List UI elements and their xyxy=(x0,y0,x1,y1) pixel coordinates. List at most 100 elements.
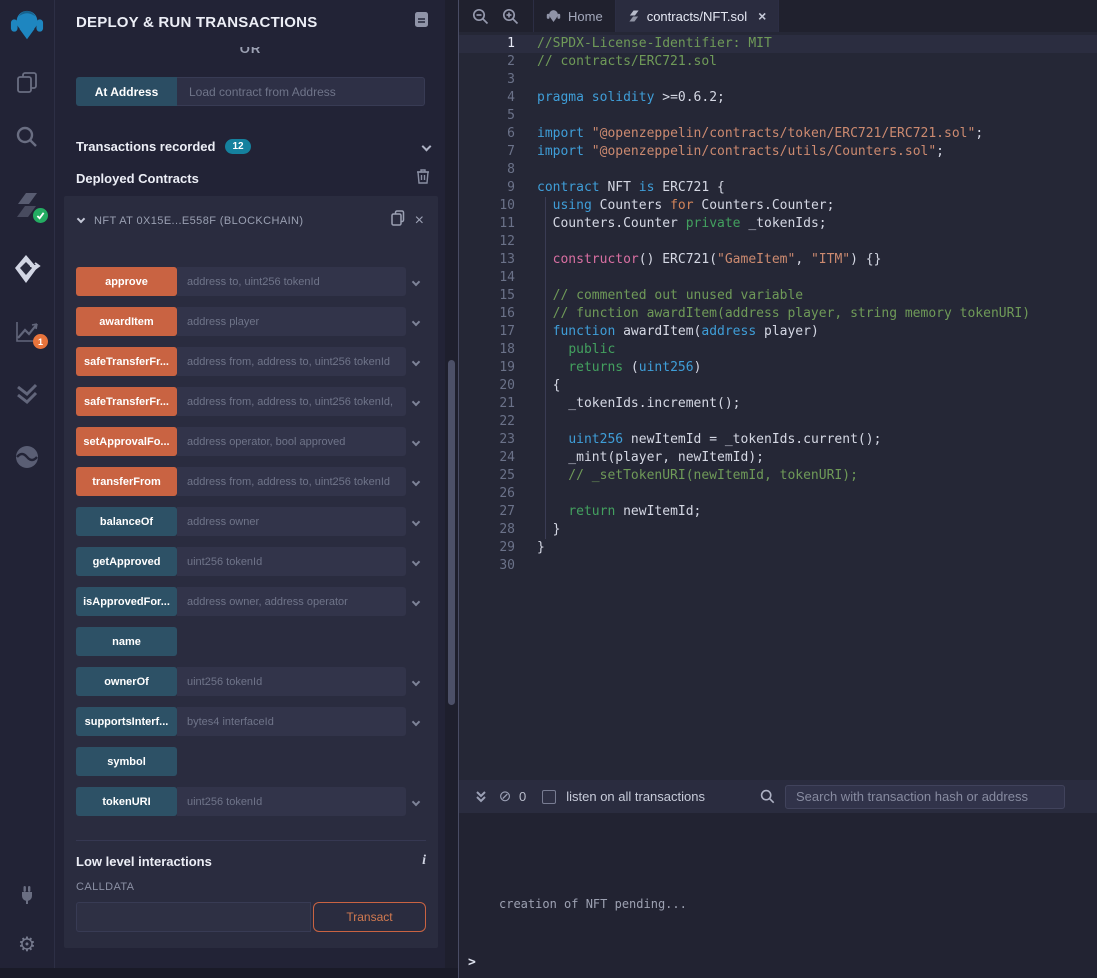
code-line[interactable]: 27 return newItemId; xyxy=(459,503,1097,521)
settings-icon[interactable]: ⚙ xyxy=(10,930,44,960)
function-args-input[interactable] xyxy=(177,787,406,816)
code-line[interactable]: 1//SPDX-License-Identifier: MIT xyxy=(459,35,1097,53)
code-line[interactable]: 16 // function awardItem(address player,… xyxy=(459,305,1097,323)
remove-instance-icon[interactable]: × xyxy=(415,213,424,229)
function-button-tokenuri[interactable]: tokenURI xyxy=(76,787,177,816)
function-button-awarditem[interactable]: awardItem xyxy=(76,307,177,336)
code-line[interactable]: 5 xyxy=(459,107,1097,125)
code-line[interactable]: 23 uint256 newItemId = _tokenIds.current… xyxy=(459,431,1097,449)
code-line[interactable]: 15 // commented out unused variable xyxy=(459,287,1097,305)
expand-function-chevron-icon[interactable] xyxy=(406,787,426,816)
listen-transactions-checkbox[interactable] xyxy=(542,790,556,804)
expand-function-chevron-icon[interactable] xyxy=(406,507,426,536)
function-args-input[interactable] xyxy=(177,347,406,376)
code-line[interactable]: 14 xyxy=(459,269,1097,287)
expand-function-chevron-icon[interactable] xyxy=(406,707,426,736)
transactions-chevron-down-icon[interactable] xyxy=(422,141,432,151)
expand-function-chevron-icon[interactable] xyxy=(406,587,426,616)
expand-function-chevron-icon[interactable] xyxy=(406,427,426,456)
code-line[interactable]: 18 public xyxy=(459,341,1097,359)
code-line[interactable]: 17 function awardItem(address player) xyxy=(459,323,1097,341)
function-button-symbol[interactable]: symbol xyxy=(76,747,177,776)
solidity-compiler-icon[interactable] xyxy=(10,190,44,220)
copy-address-icon[interactable] xyxy=(391,210,405,231)
expand-function-chevron-icon[interactable] xyxy=(406,347,426,376)
code-line[interactable]: 20 { xyxy=(459,377,1097,395)
analytics-icon[interactable]: 1 xyxy=(10,316,44,346)
terminal-search-input[interactable] xyxy=(785,785,1065,809)
function-args-input[interactable] xyxy=(177,667,406,696)
at-address-button[interactable]: At Address xyxy=(76,77,177,106)
trash-icon[interactable] xyxy=(416,168,430,189)
terminal-collapse-icon[interactable] xyxy=(469,785,493,809)
code-line[interactable]: 28 } xyxy=(459,521,1097,539)
code-line[interactable]: 2// contracts/ERC721.sol xyxy=(459,53,1097,71)
code-line[interactable]: 21 _tokenIds.increment(); xyxy=(459,395,1097,413)
code-line[interactable]: 13 constructor() ERC721("GameItem", "ITM… xyxy=(459,251,1097,269)
function-args-input[interactable] xyxy=(177,307,406,336)
tab-contracts-nft-sol[interactable]: contracts/NFT.sol × xyxy=(615,0,780,32)
plugin-circle-icon[interactable] xyxy=(10,442,44,472)
clear-console-icon[interactable]: ⊘ xyxy=(493,785,517,809)
code-line[interactable]: 19 returns (uint256) xyxy=(459,359,1097,377)
function-args-input[interactable] xyxy=(177,427,406,456)
expand-function-chevron-icon[interactable] xyxy=(406,667,426,696)
function-button-safetransferfr[interactable]: safeTransferFr... xyxy=(76,347,177,376)
search-icon[interactable] xyxy=(10,122,44,152)
calldata-input[interactable] xyxy=(76,902,311,932)
tab-close-icon[interactable]: × xyxy=(758,8,766,24)
expand-function-chevron-icon[interactable] xyxy=(406,307,426,336)
code-line[interactable]: 11 Counters.Counter private _tokenIds; xyxy=(459,215,1097,233)
code-line[interactable]: 6import "@openzeppelin/contracts/token/E… xyxy=(459,125,1097,143)
function-button-transferfrom[interactable]: transferFrom xyxy=(76,467,177,496)
function-button-safetransferfr[interactable]: safeTransferFr... xyxy=(76,387,177,416)
code-line[interactable]: 29} xyxy=(459,539,1097,557)
code-line[interactable]: 9contract NFT is ERC721 { xyxy=(459,179,1097,197)
zoom-in-icon[interactable] xyxy=(495,0,525,32)
expand-function-chevron-icon[interactable] xyxy=(406,547,426,576)
code-line[interactable]: 22 xyxy=(459,413,1097,431)
transact-button[interactable]: Transact xyxy=(313,902,426,932)
info-icon[interactable]: i xyxy=(422,853,426,869)
function-button-isapprovedfor[interactable]: isApprovedFor... xyxy=(76,587,177,616)
remix-logo[interactable] xyxy=(10,6,44,46)
sidepanel-scrollbar-track[interactable] xyxy=(445,0,458,978)
plugin-manager-icon[interactable] xyxy=(10,880,44,910)
function-button-name[interactable]: name xyxy=(76,627,177,656)
function-args-input[interactable] xyxy=(177,507,406,536)
at-address-input[interactable] xyxy=(177,77,425,106)
sidepanel-scrollbar-thumb[interactable] xyxy=(448,360,455,705)
unit-testing-icon[interactable] xyxy=(10,378,44,408)
code-line[interactable]: 26 xyxy=(459,485,1097,503)
code-line[interactable]: 10 using Counters for Counters.Counter; xyxy=(459,197,1097,215)
instance-collapse-chevron-icon[interactable] xyxy=(77,215,85,223)
code-line[interactable]: 12 xyxy=(459,233,1097,251)
function-button-setapprovalfo[interactable]: setApprovalFo... xyxy=(76,427,177,456)
function-args-input[interactable] xyxy=(177,587,406,616)
code-line[interactable]: 7import "@openzeppelin/contracts/utils/C… xyxy=(459,143,1097,161)
function-button-supportsinterf[interactable]: supportsInterf... xyxy=(76,707,177,736)
function-args-input[interactable] xyxy=(177,707,406,736)
function-button-approve[interactable]: approve xyxy=(76,267,177,296)
function-args-input[interactable] xyxy=(177,267,406,296)
function-button-getapproved[interactable]: getApproved xyxy=(76,547,177,576)
function-button-balanceof[interactable]: balanceOf xyxy=(76,507,177,536)
zoom-out-icon[interactable] xyxy=(465,0,495,32)
code-line[interactable]: 3 xyxy=(459,71,1097,89)
function-args-input[interactable] xyxy=(177,547,406,576)
function-button-ownerof[interactable]: ownerOf xyxy=(76,667,177,696)
function-args-input[interactable] xyxy=(177,467,406,496)
code-line[interactable]: 4pragma solidity >=0.6.2; xyxy=(459,89,1097,107)
code-editor[interactable]: 1//SPDX-License-Identifier: MIT2// contr… xyxy=(459,32,1097,780)
file-explorer-icon[interactable] xyxy=(10,68,44,98)
deploy-run-icon[interactable] xyxy=(10,254,44,284)
code-line[interactable]: 30 xyxy=(459,557,1097,575)
expand-function-chevron-icon[interactable] xyxy=(406,467,426,496)
expand-function-chevron-icon[interactable] xyxy=(406,387,426,416)
function-args-input[interactable] xyxy=(177,387,406,416)
tab-home[interactable]: Home xyxy=(533,0,615,32)
journal-icon[interactable] xyxy=(414,11,429,33)
terminal-output[interactable]: creation of NFT pending... > xyxy=(459,813,1097,978)
code-line[interactable]: 25 // _setTokenURI(newItemId, tokenURI); xyxy=(459,467,1097,485)
expand-function-chevron-icon[interactable] xyxy=(406,267,426,296)
